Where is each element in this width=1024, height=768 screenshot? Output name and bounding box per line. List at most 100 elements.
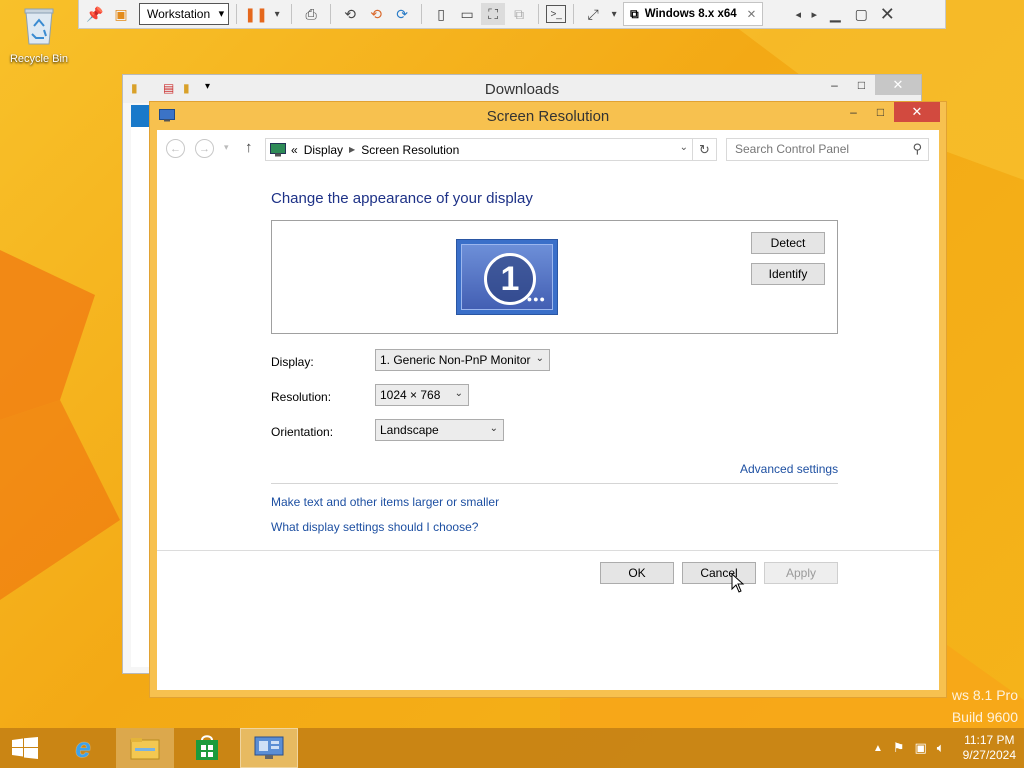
monitor-1-tile[interactable]: 1 ●●● [456, 239, 558, 315]
vm-tab[interactable]: ⧉ Windows 8.x x64 ✕ [623, 2, 764, 26]
unity-icon[interactable]: ▣ [109, 3, 133, 25]
stretch-dropdown-icon[interactable]: ▾ [607, 3, 621, 25]
orientation-select-value: Landscape [380, 423, 439, 437]
toolbar-divider [236, 4, 238, 24]
pin-icon[interactable]: 📌 [83, 3, 107, 25]
ok-button[interactable]: OK [600, 562, 674, 584]
minimize-icon[interactable]: – [840, 102, 867, 122]
terminal-icon[interactable]: >_ [546, 5, 567, 23]
window-client-area: ← → ▾ ↑ « Display ▶ Screen Resolution ⌄ … [157, 130, 939, 690]
snapshot-icon[interactable]: ⟲ [338, 3, 362, 25]
console-view-icon[interactable]: ▭ [455, 3, 479, 25]
volume-icon[interactable]: 🔈︎ [937, 740, 945, 756]
watermark-build: Build 9600 [951, 709, 1018, 725]
breadcrumb-screen-resolution[interactable]: Screen Resolution [361, 143, 459, 157]
recycle-bin[interactable]: Recycle Bin [6, 6, 72, 65]
minimize-icon[interactable]: – [821, 75, 848, 95]
hide-library-icon[interactable]: ▯ [429, 3, 453, 25]
screen-resolution-titlebar[interactable]: Screen Resolution – □ ✕ [150, 102, 946, 130]
display-preview: 1 ●●● Detect Identify [271, 220, 838, 334]
resolution-label: Resolution: [271, 390, 332, 404]
resolution-select[interactable]: 1024 × 768 ⌄ [375, 384, 469, 406]
resolution-select-value: 1024 × 768 [380, 388, 441, 402]
restore-icon[interactable]: ▢ [849, 3, 873, 25]
address-dropdown-icon[interactable]: ⌄ [680, 142, 688, 153]
power-dropdown-icon[interactable]: ▾ [270, 3, 284, 25]
snapshot-manager-icon[interactable]: ⟳ [390, 3, 414, 25]
unity-mode-icon[interactable]: ⧉ [507, 3, 531, 25]
close-icon[interactable]: ✕ [875, 3, 899, 25]
show-hidden-icons-icon[interactable]: ▲ [873, 743, 883, 754]
maximize-icon[interactable]: □ [848, 75, 875, 95]
orientation-select[interactable]: Landscape ⌄ [375, 419, 504, 441]
search-input[interactable]: Search Control Panel ⚲ [726, 138, 929, 161]
clock-time: 11:17 PM [964, 733, 1015, 747]
section-divider [271, 483, 838, 484]
close-icon[interactable]: ✕ [875, 75, 921, 95]
detect-button[interactable]: Detect [751, 232, 825, 254]
previous-tab-icon[interactable]: ◂ [791, 3, 805, 25]
mouse-cursor-icon [731, 573, 745, 593]
control-panel-icon [254, 736, 284, 759]
breadcrumb-prefix[interactable]: « [291, 143, 298, 157]
control-panel-icon [270, 142, 286, 156]
breadcrumb-display[interactable]: Display [304, 143, 343, 157]
display-settings-help-link[interactable]: What display settings should I choose? [271, 520, 478, 534]
recycle-bin-icon [24, 8, 54, 45]
clock[interactable]: 11:17 PM 9/27/2024 [963, 733, 1016, 763]
library-select[interactable]: Workstation [139, 3, 230, 25]
search-icon[interactable]: ⚲ [912, 141, 922, 157]
windows-watermark: ws 8.1 Pro Build 9600 [952, 684, 1018, 728]
store-icon [196, 735, 218, 760]
display-select-value: 1. Generic Non-PnP Monitor [380, 353, 531, 367]
system-tray: ▲ ⚑ ▣ 🔈︎ 11:17 PM 9/27/2024 [873, 728, 1016, 768]
footer-divider [157, 550, 939, 551]
taskbar: e ▲ ⚑ ▣ 🔈︎ 11:17 PM 9/27/2024 [0, 728, 1024, 768]
forward-icon[interactable]: → [195, 139, 214, 158]
page-heading: Change the appearance of your display [271, 190, 533, 207]
toolbar-divider [291, 4, 293, 24]
monitor-screen: 1 ●●● [461, 244, 553, 310]
advanced-settings-link[interactable]: Advanced settings [740, 462, 838, 476]
send-keys-icon[interactable]: ⎙ [299, 3, 323, 25]
close-icon[interactable]: ✕ [894, 102, 940, 122]
internet-explorer-button[interactable]: e [54, 728, 112, 768]
display-select[interactable]: 1. Generic Non-PnP Monitor ⌄ [375, 349, 550, 371]
minimize-icon[interactable]: ▁ [823, 3, 847, 25]
next-tab-icon[interactable]: ▸ [807, 3, 821, 25]
file-explorer-button[interactable] [116, 728, 174, 768]
chevron-down-icon: ⌄ [454, 388, 463, 399]
refresh-icon[interactable]: ↻ [692, 139, 716, 160]
fullscreen-icon[interactable]: ⛶ [481, 3, 506, 25]
maximize-icon[interactable]: □ [867, 102, 894, 122]
action-center-flag-icon[interactable]: ⚑ [893, 740, 905, 756]
monitor-dots-icon: ●●● [526, 294, 546, 304]
back-icon[interactable]: ← [166, 139, 185, 158]
recycle-bin-label: Recycle Bin [9, 53, 69, 65]
toolbar-divider [330, 4, 332, 24]
address-bar[interactable]: « Display ▶ Screen Resolution ⌄ ↻ [265, 138, 717, 161]
navigation-bar: ← → ▾ ↑ « Display ▶ Screen Resolution ⌄ … [157, 130, 939, 170]
toolbar-divider [573, 4, 575, 24]
breadcrumb-separator-icon[interactable]: ▶ [349, 145, 355, 154]
stretch-icon[interactable]: ⤢ [581, 3, 605, 25]
downloads-titlebar[interactable]: ▮ ▤ ▮ ▾ Downloads – □ ✕ [123, 75, 921, 103]
up-icon[interactable]: ↑ [245, 139, 253, 156]
pause-icon[interactable]: ❚❚ [244, 3, 268, 25]
clock-date: 9/27/2024 [962, 748, 1016, 762]
apply-button[interactable]: Apply [764, 562, 838, 584]
vm-tab-close-icon[interactable]: ✕ [747, 7, 757, 21]
revert-icon[interactable]: ⟲ [364, 3, 388, 25]
recent-pages-icon[interactable]: ▾ [224, 142, 229, 153]
toolbar-divider [538, 4, 540, 24]
identify-button[interactable]: Identify [751, 263, 825, 285]
start-button[interactable] [0, 728, 50, 768]
vm-toolbar: 📌 ▣ Workstation ❚❚ ▾ ⎙ ⟲ ⟲ ⟳ ▯ ▭ ⛶ ⧉ >_ … [78, 0, 946, 29]
store-button[interactable] [178, 728, 236, 768]
network-icon[interactable]: ▣ [915, 740, 927, 756]
text-size-link[interactable]: Make text and other items larger or smal… [271, 495, 499, 509]
screen-resolution-window[interactable]: Screen Resolution – □ ✕ ← → ▾ ↑ « Displa… [149, 101, 947, 698]
control-panel-button[interactable] [240, 728, 298, 768]
vm-tab-icon: ⧉ [630, 6, 639, 21]
orientation-label: Orientation: [271, 425, 334, 439]
